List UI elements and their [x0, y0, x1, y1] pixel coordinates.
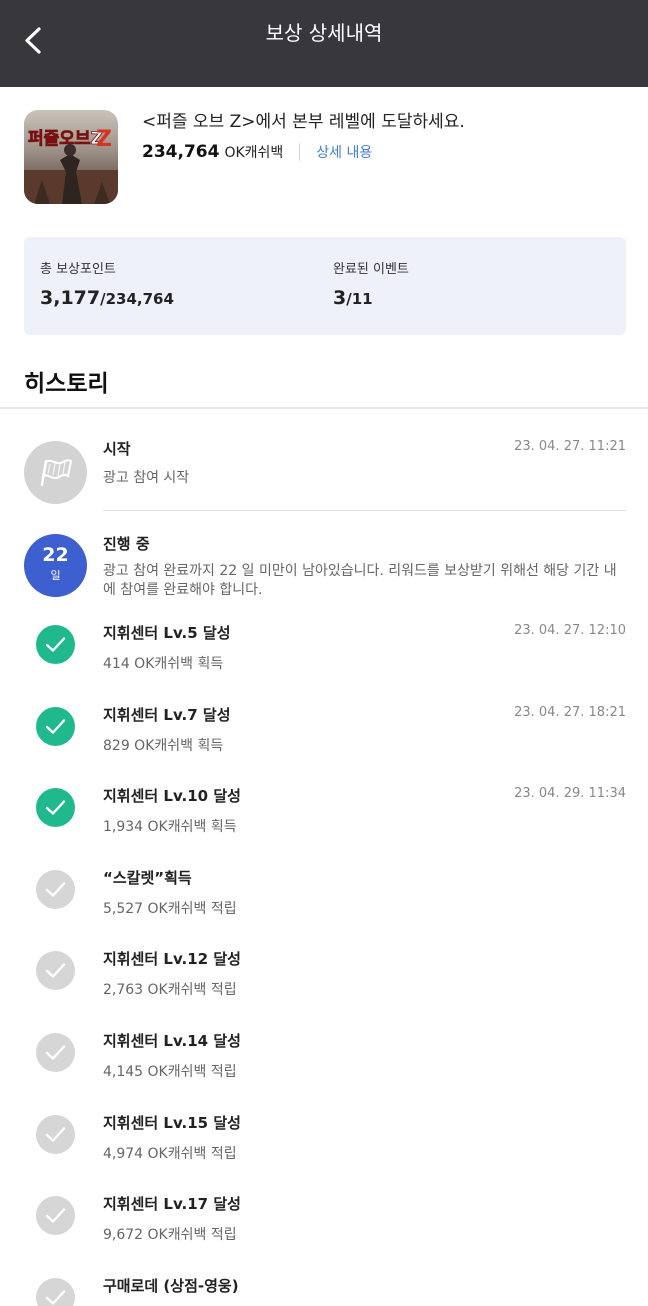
app-icon: 퍼즐오브Z Z	[24, 110, 118, 204]
progress-message: 광고 참여 완료까지 22 일 미만이 남아있습니다. 리워드를 보상받기 위해…	[103, 563, 617, 598]
event-title: 지휘센터 Lv.12 달성	[103, 950, 241, 968]
checkmark-icon	[45, 800, 66, 815]
pending-check-circle	[36, 870, 75, 909]
checkmark-icon	[45, 882, 66, 897]
svg-text:Z: Z	[96, 127, 112, 152]
event-reward: 1,934 OK캐쉬백 획득	[103, 819, 237, 835]
reward-row: 234,764 OK캐쉬백 상세 내용	[142, 140, 372, 164]
days-remaining-badge: 22 일	[24, 534, 87, 597]
page-title: 보상 상세내역	[265, 21, 383, 45]
reward-amount: 234,764	[142, 142, 220, 162]
pending-check-circle	[36, 1278, 75, 1306]
days-remaining-unit: 일	[50, 569, 61, 582]
checkmark-icon	[45, 637, 66, 652]
checkmark-icon	[45, 1208, 66, 1223]
detail-link[interactable]: 상세 내용	[316, 142, 372, 162]
checkmark-icon	[45, 963, 66, 978]
completed-check-circle	[36, 707, 75, 746]
completed-check-circle	[36, 625, 75, 664]
svg-text:퍼즐오브Z: 퍼즐오브Z	[28, 129, 103, 149]
event-time: 23. 04. 27. 12:10	[514, 623, 626, 638]
checkmark-icon	[45, 1290, 66, 1305]
event-title: 지휘센터 Lv.14 달성	[103, 1032, 241, 1050]
event-title: 지휘센터 Lv.15 달성	[103, 1114, 241, 1132]
event-reward: 829 OK캐쉬백 획득	[103, 738, 224, 754]
checkmark-icon	[45, 1045, 66, 1060]
days-remaining-number: 22	[42, 544, 69, 566]
completed-events-label: 완료된 이벤트	[333, 262, 409, 277]
event-reward: 5,527 OK캐쉬백 적립	[103, 901, 237, 917]
checkmark-icon	[45, 719, 66, 734]
app-description: <퍼즐 오브 Z>에서 본부 레벨에 도달하세요.	[142, 112, 465, 132]
event-time: 23. 04. 27. 18:21	[514, 705, 626, 720]
event-reward: 2,763 OK캐쉬백 적립	[103, 982, 237, 998]
summary-card: 총 보상포인트 3,177/234,764 완료된 이벤트 3/11	[24, 237, 626, 335]
start-subtitle: 광고 참여 시작	[103, 470, 190, 486]
event-time: 23. 04. 29. 11:34	[514, 786, 626, 801]
event-title: 지휘센터 Lv.17 달성	[103, 1195, 241, 1213]
top-bar: 보상 상세내역	[0, 0, 648, 87]
completed-check-circle	[36, 788, 75, 827]
event-title: 구매로데 (상점-영웅)	[103, 1277, 239, 1295]
pending-check-circle	[36, 951, 75, 990]
event-title: 지휘센터 Lv.7 달성	[103, 706, 231, 724]
pending-check-circle	[36, 1033, 75, 1072]
event-reward: 4,974 OK캐쉬백 적립	[103, 1146, 237, 1162]
section-divider	[0, 407, 648, 409]
start-time: 23. 04. 27. 11:21	[514, 439, 626, 454]
pending-check-circle	[36, 1196, 75, 1235]
event-reward: 414 OK캐쉬백 획득	[103, 656, 224, 672]
event-reward: 9,672 OK캐쉬백 적립	[103, 1227, 237, 1243]
total-points-label: 총 보상포인트	[40, 262, 116, 277]
history-heading: 히스토리	[24, 371, 109, 397]
event-title: 지휘센터 Lv.5 달성	[103, 624, 231, 642]
event-title: “스칼렛”획득	[103, 869, 192, 887]
start-status-circle	[24, 441, 87, 504]
pending-check-circle	[36, 1115, 75, 1154]
progress-title: 진행 중	[103, 535, 150, 553]
reward-unit: OK캐쉬백	[224, 145, 284, 161]
event-title: 지휘센터 Lv.10 달성	[103, 787, 241, 805]
checkmark-icon	[45, 1127, 66, 1142]
total-points-value: 3,177/234,764	[40, 287, 174, 309]
start-title: 시작	[103, 440, 131, 458]
divider	[299, 143, 301, 161]
completed-events-value: 3/11	[333, 287, 373, 309]
flag-icon	[40, 459, 73, 487]
event-reward: 4,145 OK캐쉬백 적립	[103, 1064, 237, 1080]
divider	[103, 510, 626, 511]
